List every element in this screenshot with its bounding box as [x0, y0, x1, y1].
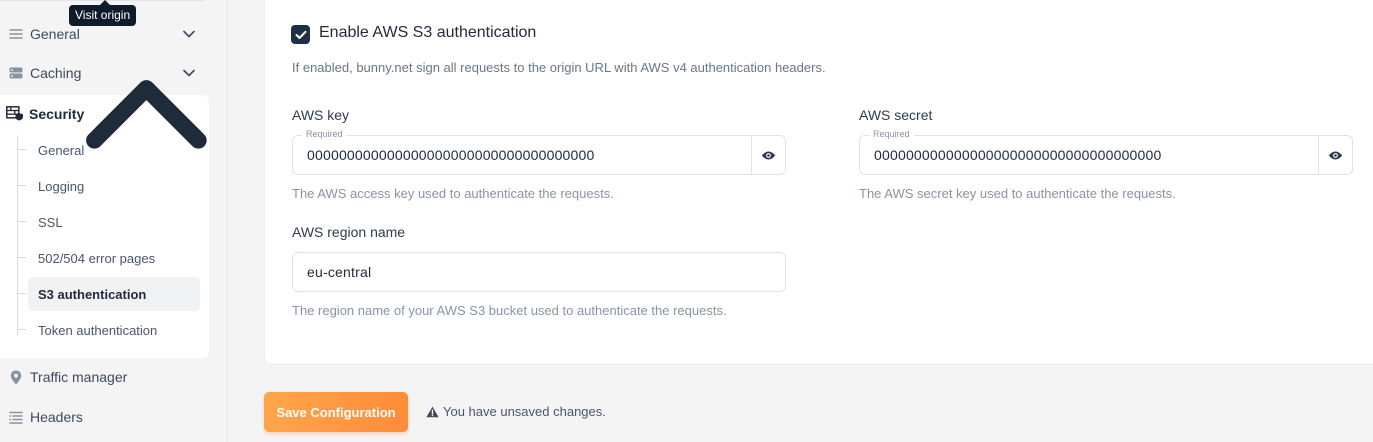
- aws-key-value[interactable]: 000000000000000000000000000000000000: [307, 147, 595, 163]
- unsaved-changes-text: You have unsaved changes.: [443, 404, 606, 419]
- sidebar-item-security[interactable]: Security: [0, 79, 209, 149]
- show-secret-button[interactable]: [1318, 136, 1352, 174]
- aws-secret-value[interactable]: 000000000000000000000000000000000000: [874, 147, 1162, 163]
- show-key-button[interactable]: [751, 136, 785, 174]
- sidebar-subitem-logging[interactable]: Logging: [18, 169, 200, 203]
- location-pin-icon: [8, 369, 24, 385]
- enable-s3-description: If enabled, bunny.net sign all requests …: [292, 60, 826, 75]
- aws-key-help: The AWS access key used to authenticate …: [292, 186, 614, 201]
- aws-secret-help: The AWS secret key used to authenticate …: [859, 186, 1176, 201]
- sidebar-item-label: Caching: [30, 65, 82, 81]
- chevron-down-icon: [183, 30, 195, 38]
- s3-auth-panel: Enable AWS S3 authentication If enabled,…: [264, 0, 1373, 365]
- sidebar-item-traffic-manager[interactable]: Traffic manager: [0, 358, 209, 396]
- sidebar: General Caching Security General Logging…: [0, 0, 228, 442]
- sidebar-subitem-token-authentication[interactable]: Token authentication: [18, 313, 200, 347]
- sidebar-item-label: General: [30, 26, 80, 42]
- sidebar-item-label: Headers: [30, 409, 83, 425]
- aws-secret-label: AWS secret: [859, 107, 933, 123]
- enable-s3-checkbox[interactable]: [291, 25, 310, 44]
- enable-s3-label[interactable]: Enable AWS S3 authentication: [319, 24, 536, 42]
- aws-key-field[interactable]: Required 0000000000000000000000000000000…: [292, 129, 786, 175]
- aws-region-field[interactable]: eu-central: [292, 252, 786, 292]
- required-label: Required: [302, 129, 347, 139]
- sidebar-subitem-general[interactable]: General: [18, 133, 200, 167]
- sidebar-subitem-error-pages[interactable]: 502/504 error pages: [18, 241, 200, 275]
- eye-icon: [761, 151, 776, 159]
- aws-secret-field[interactable]: Required 0000000000000000000000000000000…: [859, 129, 1353, 175]
- aws-region-value[interactable]: eu-central: [307, 264, 371, 280]
- sidebar-item-label: Security: [29, 106, 85, 122]
- visit-origin-tooltip: Visit origin: [69, 0, 137, 26]
- sidebar-subitem-ssl[interactable]: SSL: [18, 205, 200, 239]
- aws-key-label: AWS key: [292, 107, 350, 123]
- list-icon: [8, 26, 24, 42]
- security-section: Security General Logging SSL 502/504 err…: [0, 79, 209, 358]
- save-configuration-button[interactable]: Save Configuration: [264, 392, 408, 432]
- aws-region-label: AWS region name: [292, 224, 406, 240]
- warning-icon: [426, 406, 439, 417]
- sidebar-item-label: Traffic manager: [30, 369, 128, 385]
- sidebar-item-headers[interactable]: Headers: [0, 398, 209, 436]
- sidebar-subitem-s3-authentication[interactable]: S3 authentication: [18, 277, 200, 311]
- checkmark-icon: [295, 30, 306, 39]
- tree-line: [17, 135, 18, 335]
- server-icon: [8, 65, 24, 81]
- headers-icon: [8, 409, 24, 425]
- aws-region-help: The region name of your AWS S3 bucket us…: [292, 303, 727, 318]
- firewall-icon: [6, 106, 24, 122]
- unsaved-changes-notice: You have unsaved changes.: [426, 404, 606, 419]
- required-label: Required: [869, 129, 914, 139]
- eye-icon: [1328, 151, 1343, 159]
